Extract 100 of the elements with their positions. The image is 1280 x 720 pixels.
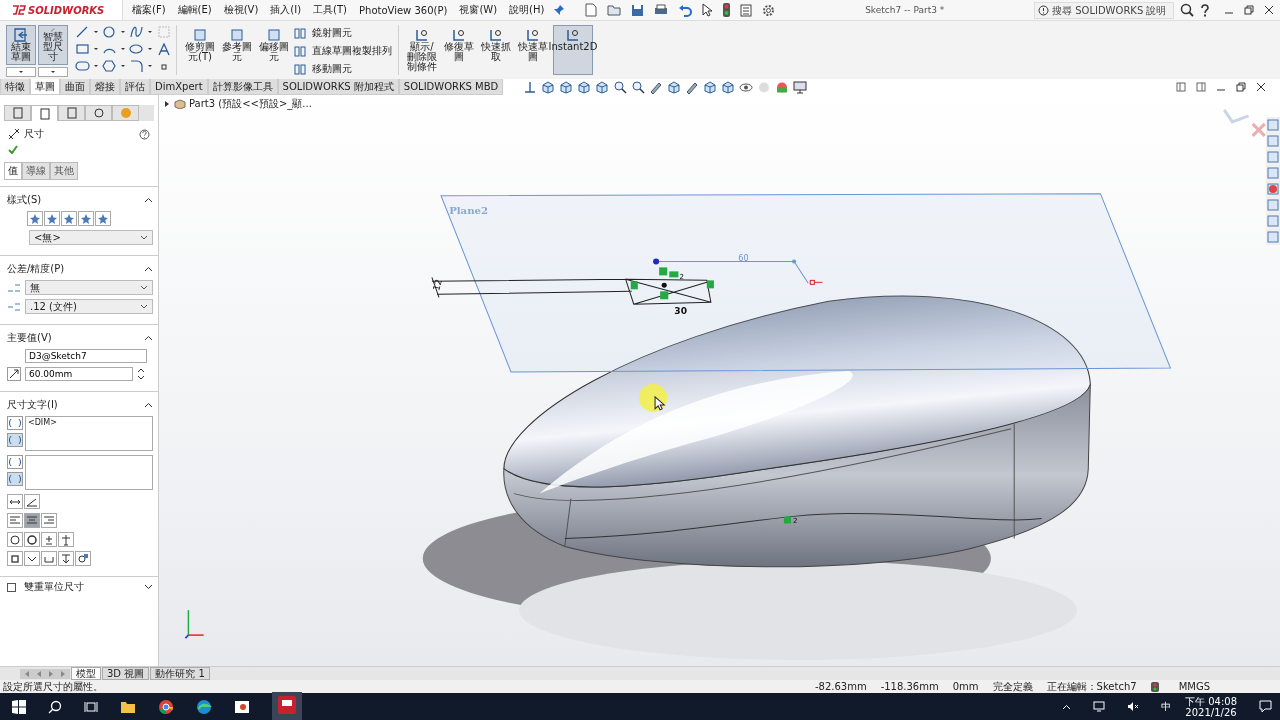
- cube-icon[interactable]: [559, 80, 574, 94]
- scene-icon[interactable]: [775, 80, 790, 94]
- parentheses-icon[interactable]: [7, 416, 23, 430]
- panel-tab[interactable]: [85, 105, 112, 121]
- ok-check-icon[interactable]: [8, 145, 18, 154]
- ribbon-tab[interactable]: 評估: [120, 79, 150, 95]
- eye-icon[interactable]: [739, 80, 754, 94]
- open-folder-icon[interactable]: [607, 3, 622, 17]
- dimension-arrow-icon[interactable]: [7, 367, 21, 381]
- cube-icon[interactable]: [541, 80, 556, 94]
- ribbon-button[interactable]: 智慧型尺寸: [38, 25, 68, 65]
- style-star-button[interactable]: [27, 211, 43, 226]
- ribbon-button[interactable]: 修剪圖元(T): [183, 25, 217, 65]
- panel-subtab[interactable]: 導線: [22, 162, 50, 180]
- notification-icon[interactable]: [1259, 700, 1272, 713]
- menu-item[interactable]: 檔案(F): [129, 3, 169, 17]
- panel-tab[interactable]: [58, 105, 85, 121]
- menu-item[interactable]: PhotoView 360(P): [356, 4, 451, 16]
- symbol-button[interactable]: [24, 532, 40, 547]
- folder-icon[interactable]: [120, 699, 136, 714]
- print-icon[interactable]: [654, 3, 669, 17]
- panel-tab[interactable]: [4, 105, 31, 121]
- text-tool-icon[interactable]: [158, 43, 170, 56]
- panel-left-icon[interactable]: [1176, 82, 1186, 92]
- caret-up-icon[interactable]: [1062, 703, 1071, 710]
- ribbon-button[interactable]: 修復草圖: [442, 25, 476, 65]
- ellipse-tool-icon[interactable]: [129, 42, 155, 56]
- ribbon-tab[interactable]: SOLIDWORKS 附加程式: [277, 79, 399, 95]
- search-field[interactable]: 搜尋 SOLIDWORKS 說明: [1034, 1, 1174, 19]
- solidworks-app-icon[interactable]: [278, 695, 296, 714]
- parentheses-icon[interactable]: [7, 433, 23, 447]
- active-app-button[interactable]: [272, 691, 302, 720]
- task-view-icon[interactable]: [84, 699, 98, 714]
- dimension-label[interactable]: 30: [674, 306, 688, 317]
- collapse-icon[interactable]: [144, 402, 153, 408]
- symbol-button[interactable]: [58, 532, 74, 547]
- style-star-button[interactable]: [78, 211, 94, 226]
- undo-icon[interactable]: [678, 3, 693, 17]
- precision-dropdown[interactable]: .12 (文件): [25, 299, 153, 314]
- ribbon-tab[interactable]: 草圖: [30, 79, 60, 95]
- pointer-icon[interactable]: [702, 3, 714, 17]
- spline-tool-icon[interactable]: [129, 25, 155, 39]
- panel-subtab[interactable]: 值: [4, 162, 22, 180]
- expand-icon[interactable]: [144, 584, 153, 590]
- polygon-tool-icon[interactable]: [102, 59, 128, 73]
- ribbon-list-button[interactable]: 鏡射圖元: [294, 25, 392, 41]
- view-tab[interactable]: 動作研究 1: [150, 667, 210, 680]
- ribbon-button[interactable]: 快速抓取: [479, 25, 513, 65]
- fillet-tool-icon[interactable]: [129, 59, 155, 73]
- new-document-icon[interactable]: [585, 3, 598, 17]
- restore-icon[interactable]: [1236, 82, 1246, 92]
- ribbon-tab[interactable]: 熔接: [90, 79, 120, 95]
- browser-icon[interactable]: [158, 698, 174, 715]
- arrow-spacing-button[interactable]: [7, 494, 23, 509]
- point-icon[interactable]: [158, 61, 170, 73]
- ribbon-button[interactable]: 顯示/刪除限制條件: [405, 25, 439, 75]
- taskbar-time[interactable]: 下午 04:08: [1185, 695, 1237, 707]
- help-icon[interactable]: [1200, 3, 1210, 17]
- ribbon-tab[interactable]: DimXpert: [150, 79, 208, 95]
- symbol-button[interactable]: [58, 551, 74, 566]
- angle-button[interactable]: [24, 494, 40, 509]
- cube-icon[interactable]: [721, 80, 736, 94]
- ribbon-button[interactable]: 結束草圖: [6, 25, 36, 65]
- style-dropdown[interactable]: <無>: [29, 230, 153, 245]
- dimension-value-field[interactable]: 60.00mm: [25, 367, 133, 381]
- ribbon-tab[interactable]: 曲面: [60, 79, 90, 95]
- list-icon[interactable]: [740, 3, 753, 17]
- style-star-button[interactable]: [61, 211, 77, 226]
- cube-icon[interactable]: [577, 80, 592, 94]
- network-icon[interactable]: [1093, 701, 1105, 712]
- search-icon[interactable]: [48, 699, 62, 714]
- ribbon-list-button[interactable]: 移動圖元: [294, 61, 392, 77]
- save-icon[interactable]: [631, 3, 645, 17]
- restore-icon[interactable]: [1244, 5, 1254, 15]
- menu-item[interactable]: 檢視(V): [220, 3, 262, 17]
- presentation-app-icon[interactable]: [234, 699, 250, 714]
- cube-icon[interactable]: [595, 80, 610, 94]
- parentheses-icon[interactable]: [7, 455, 23, 469]
- rect-tool-icon[interactable]: [75, 42, 101, 56]
- task-pane-icon[interactable]: [1267, 183, 1279, 195]
- zoom-icon[interactable]: [613, 80, 628, 94]
- windows-start-icon[interactable]: [12, 699, 26, 714]
- dimension-label[interactable]: 12: [431, 278, 444, 292]
- circle-tool-icon[interactable]: [102, 25, 128, 39]
- ribbon-button[interactable]: 快速草圖: [516, 25, 550, 65]
- ribbon-tab[interactable]: SOLIDWORKS MBD: [398, 79, 504, 95]
- ribbon-button[interactable]: 參考圖元: [220, 25, 254, 65]
- panel-tab[interactable]: [31, 105, 58, 121]
- ribbon-tab[interactable]: 計算影像工具: [207, 79, 278, 95]
- parentheses-icon[interactable]: [7, 472, 23, 486]
- pin-icon[interactable]: [553, 4, 566, 16]
- tab-scroll-arrows-icon[interactable]: [20, 668, 70, 679]
- axis-icon[interactable]: [523, 80, 538, 94]
- monitor-icon[interactable]: [793, 80, 808, 94]
- feature-tree-breadcrumb[interactable]: Part3 (預設<<預設>_顯...: [163, 97, 312, 111]
- close-icon[interactable]: [1264, 5, 1274, 15]
- slot-tool-icon[interactable]: [75, 59, 101, 73]
- search-icon[interactable]: [1180, 3, 1194, 17]
- close-icon[interactable]: [1256, 82, 1266, 92]
- taskbar-date[interactable]: 2021/1/26: [1185, 706, 1237, 718]
